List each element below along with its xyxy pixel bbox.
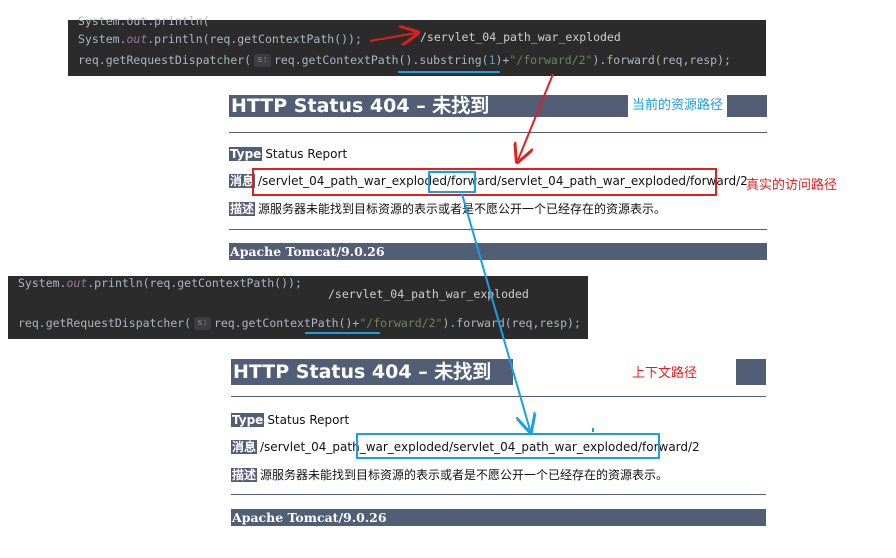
output-arrow [369,33,416,41]
annotation-overlay [305,0,594,558]
forward-to-context-arrow [461,193,530,430]
real-path-arrow [518,73,554,160]
